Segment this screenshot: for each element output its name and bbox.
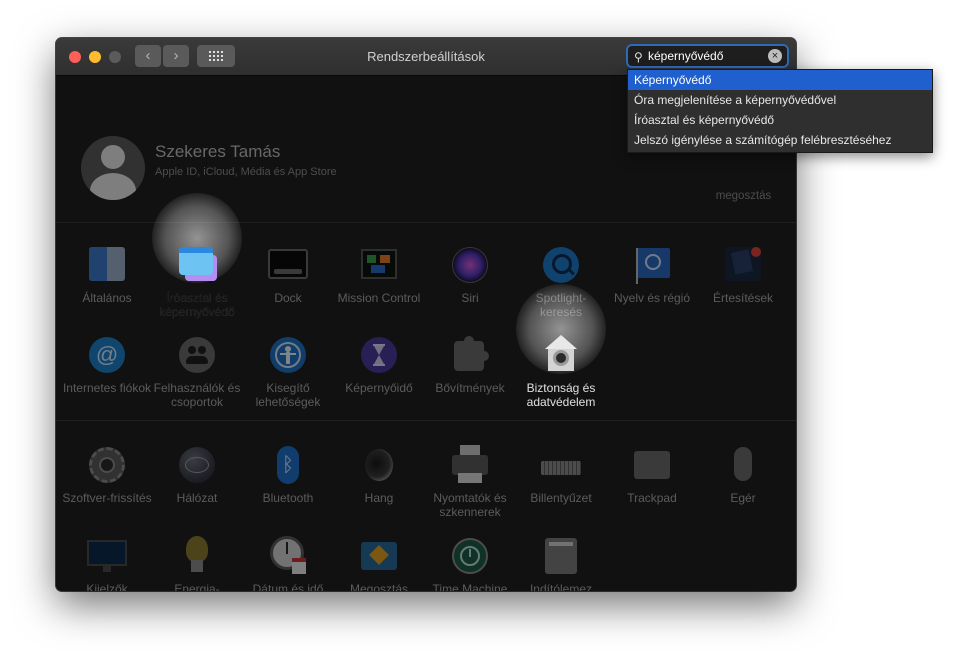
suggestion-item[interactable]: Óra megjelenítése a képernyővédővel — [628, 90, 932, 110]
search-input[interactable]: képernyővédő — [648, 49, 723, 63]
show-all-button[interactable] — [197, 45, 235, 67]
back-button[interactable]: ‹ — [135, 45, 161, 67]
suggestion-item[interactable]: Íróasztal és képernyővédő — [628, 110, 932, 130]
zoom-window-button[interactable] — [109, 51, 121, 63]
suggestion-item[interactable]: Jelszó igénylése a számítógép felébreszt… — [628, 130, 932, 150]
window-title: Rendszerbeállítások — [367, 49, 485, 64]
search-icon: ⚲ — [634, 50, 643, 64]
suggestion-item[interactable]: Képernyővédő — [628, 70, 932, 90]
desktop-screensaver-icon — [177, 245, 217, 285]
search-field[interactable]: ⚲ képernyővédő × — [626, 44, 789, 68]
close-window-button[interactable] — [69, 51, 81, 63]
chevron-left-icon: ‹ — [145, 47, 151, 64]
minimize-window-button[interactable] — [89, 51, 101, 63]
clear-search-button[interactable]: × — [768, 49, 782, 63]
security-privacy-icon — [541, 335, 581, 375]
search-suggestions: Képernyővédő Óra megjelenítése a képerny… — [627, 69, 933, 153]
chevron-right-icon: › — [173, 47, 179, 64]
forward-button[interactable]: › — [163, 45, 189, 67]
highlighted-pane-security-privacy[interactable]: Biztonság és adatvédelem — [516, 335, 606, 409]
highlighted-pane-desktop-screensaver[interactable]: Íróasztal és képernyővédő — [152, 245, 242, 319]
clear-icon: × — [771, 50, 779, 62]
